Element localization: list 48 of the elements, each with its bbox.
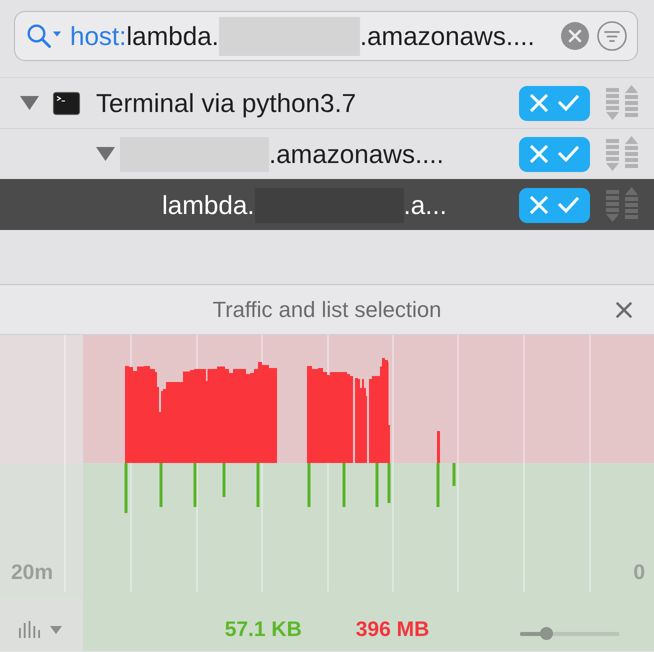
rule-row[interactable]: .amazonaws....	[0, 128, 654, 179]
rule-row[interactable]: Terminal via python3.7	[0, 77, 654, 128]
time-axis-label: 20m	[11, 561, 54, 584]
traffic-bar	[376, 463, 378, 507]
clear-icon[interactable]	[561, 22, 589, 50]
app-name-text: Terminal via python3.7	[96, 88, 356, 118]
traffic-total-text: 57.1 KB	[224, 618, 302, 642]
caret-icon[interactable]	[50, 626, 62, 634]
stack-arrows-icon[interactable]	[606, 136, 638, 172]
cross-icon[interactable]	[530, 196, 548, 214]
filter-key-text: host:	[70, 20, 126, 52]
check-icon[interactable]	[558, 197, 579, 213]
traffic-bar	[342, 463, 346, 507]
traffic-bar	[194, 463, 196, 507]
cross-icon[interactable]	[530, 145, 548, 163]
traffic-bar	[308, 463, 310, 507]
rule-row[interactable]: lambda. .a...	[0, 179, 654, 230]
traffic-bar	[124, 463, 128, 513]
disclosure-triangle-icon[interactable]	[96, 146, 115, 162]
close-icon[interactable]	[616, 302, 632, 318]
search-value-text: lambda.	[126, 20, 219, 52]
deny-allow-control[interactable]	[519, 188, 590, 222]
host-name-text: lambda.	[162, 190, 254, 220]
slider-thumb[interactable]	[540, 627, 553, 640]
stack-arrows-icon[interactable]	[606, 187, 638, 223]
search-icon[interactable]	[27, 24, 61, 48]
traffic-bar	[160, 463, 162, 507]
traffic-bar	[222, 463, 226, 497]
traffic-bar	[388, 463, 390, 503]
search-value-text: .amazonaws....	[360, 20, 535, 52]
check-icon[interactable]	[558, 95, 579, 111]
search-field[interactable]: host:lambda. .amazonaws....	[14, 11, 638, 61]
bar-chart-icon[interactable]	[19, 621, 40, 638]
host-name-text: .a...	[404, 190, 447, 220]
filter-icon[interactable]	[597, 21, 627, 51]
cross-icon[interactable]	[530, 94, 548, 112]
terminal-icon	[53, 92, 80, 114]
host-name-text: .amazonaws....	[269, 138, 444, 170]
chart-type-button[interactable]	[19, 621, 62, 638]
check-icon[interactable]	[558, 146, 579, 162]
time-axis-label: 0	[633, 561, 645, 584]
disclosure-triangle-icon[interactable]	[20, 95, 39, 111]
traffic-bar	[256, 463, 260, 507]
panel-title: Traffic and list selection	[212, 296, 442, 322]
traffic-bar	[436, 463, 440, 507]
stack-arrows-icon[interactable]	[606, 85, 638, 121]
traffic-total-text: 396 MB	[356, 618, 430, 642]
traffic-bar	[452, 463, 456, 486]
